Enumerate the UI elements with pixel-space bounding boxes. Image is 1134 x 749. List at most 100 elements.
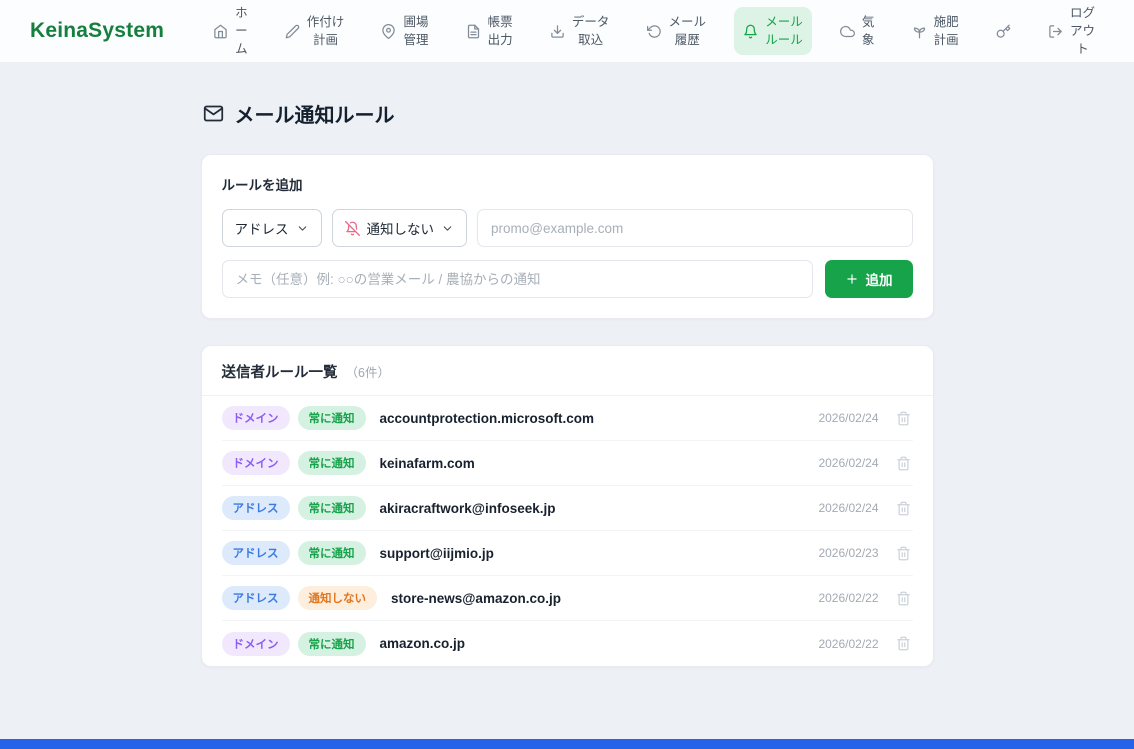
rule-action-badge: 常に通知	[298, 406, 366, 430]
cloud-icon	[840, 24, 855, 39]
rule-type-select-value: アドレス	[235, 218, 289, 238]
nav-item-label: 圃場 管理	[403, 13, 428, 49]
rule-row: アドレス 常に通知 akiracraftwork@infoseek.jp 202…	[222, 486, 913, 531]
rule-row: ドメイン 常に通知 accountprotection.microsoft.co…	[222, 396, 913, 441]
key-icon	[996, 24, 1011, 39]
rule-type-badge: ドメイン	[222, 632, 290, 656]
rule-date: 2026/02/23	[818, 546, 878, 560]
rule-type-badge: ドメイン	[222, 406, 290, 430]
memo-input[interactable]	[222, 260, 813, 298]
delete-rule-button[interactable]	[894, 409, 913, 428]
footer	[0, 739, 1134, 749]
nav-item-mail-rules[interactable]: メール ルール	[734, 7, 812, 55]
rule-type-select[interactable]: アドレス	[222, 209, 322, 247]
delete-rule-button[interactable]	[894, 589, 913, 608]
rule-action-select-value: 通知しない	[367, 218, 435, 238]
add-rule-card: ルールを追加 アドレス 通知しない 追加	[201, 154, 934, 319]
add-rule-button[interactable]: 追加	[825, 260, 913, 298]
chevron-down-icon	[296, 222, 309, 235]
nav-item-label: メール 履歴	[669, 13, 707, 49]
nav-item-label: ホ ー ム	[235, 4, 248, 58]
rule-value: akiracraftwork@infoseek.jp	[380, 501, 556, 516]
rule-list-header: 送信者ルール一覧 （6件）	[202, 346, 933, 396]
rule-value: amazon.co.jp	[380, 636, 466, 651]
rule-action-badge: 通知しない	[298, 586, 378, 610]
nav-item-label: 気 象	[862, 13, 875, 49]
trash-icon	[896, 411, 911, 426]
delete-rule-button[interactable]	[894, 454, 913, 473]
nav-item-fertilization-plan[interactable]: 施肥 計画	[903, 7, 968, 55]
rule-date: 2026/02/24	[818, 456, 878, 470]
main-content: メール通知ルール ルールを追加 アドレス 通知しない	[0, 63, 1134, 739]
rule-row: ドメイン 常に通知 keinafarm.com 2026/02/24	[222, 441, 913, 486]
delete-rule-button[interactable]	[894, 499, 913, 518]
trash-icon	[896, 501, 911, 516]
rule-list: ドメイン 常に通知 accountprotection.microsoft.co…	[202, 396, 933, 666]
mail-icon	[203, 103, 224, 124]
rule-list-card: 送信者ルール一覧 （6件） ドメイン 常に通知 accountprotectio…	[201, 345, 934, 667]
add-button-label: 追加	[866, 269, 893, 289]
history-icon	[647, 24, 662, 39]
brand-logo: KeinaSystem	[30, 19, 164, 43]
nav-item-home[interactable]: ホ ー ム	[204, 0, 257, 64]
rule-date: 2026/02/24	[818, 501, 878, 515]
main-nav: ホ ー ム 作付け 計画 圃場 管理 帳票 出力 データ 取込 メール 履歴 メ…	[204, 0, 1104, 64]
rule-list-heading: 送信者ルール一覧	[222, 361, 338, 382]
add-rule-heading: ルールを追加	[222, 174, 913, 194]
app-header: KeinaSystem ホ ー ム 作付け 計画 圃場 管理 帳票 出力 データ…	[0, 0, 1134, 63]
rule-date: 2026/02/24	[818, 411, 878, 425]
rule-action-badge: 常に通知	[298, 541, 366, 565]
nav-item-label: 帳票 出力	[488, 13, 513, 49]
nav-item-key[interactable]	[987, 18, 1020, 45]
nav-item-weather[interactable]: 気 象	[831, 7, 884, 55]
nav-item-label: データ 取込	[572, 13, 610, 49]
nav-item-planting-plan[interactable]: 作付け 計画	[276, 7, 354, 55]
page-title-row: メール通知ルール	[203, 99, 934, 128]
rule-type-badge: ドメイン	[222, 451, 290, 475]
nav-item-data-import[interactable]: データ 取込	[541, 7, 619, 55]
page-title: メール通知ルール	[235, 99, 395, 128]
rule-row: ドメイン 常に通知 amazon.co.jp 2026/02/22	[222, 621, 913, 666]
rule-type-badge: アドレス	[222, 586, 290, 610]
nav-item-field-management[interactable]: 圃場 管理	[372, 7, 437, 55]
nav-item-report-output[interactable]: 帳票 出力	[457, 7, 522, 55]
nav-item-label: 作付け 計画	[307, 13, 345, 49]
nav-item-mail-history[interactable]: メール 履歴	[638, 7, 716, 55]
plus-icon	[845, 272, 859, 286]
seedling-icon	[912, 24, 927, 39]
delete-rule-button[interactable]	[894, 544, 913, 563]
rule-count: （6件）	[346, 362, 390, 381]
rule-date: 2026/02/22	[818, 591, 878, 605]
chevron-down-icon	[441, 222, 454, 235]
logout-icon	[1048, 24, 1063, 39]
nav-item-label: 施肥 計画	[934, 13, 959, 49]
rule-value: store-news@amazon.co.jp	[391, 591, 561, 606]
nav-item-logout[interactable]: ログ アウ ト	[1039, 0, 1104, 64]
trash-icon	[896, 546, 911, 561]
pencil-icon	[285, 24, 300, 39]
rule-type-badge: アドレス	[222, 541, 290, 565]
document-icon	[466, 24, 481, 39]
delete-rule-button[interactable]	[894, 634, 913, 653]
nav-item-label: メール ルール	[765, 13, 803, 49]
rule-row: アドレス 通知しない store-news@amazon.co.jp 2026/…	[222, 576, 913, 621]
trash-icon	[896, 456, 911, 471]
rule-value: support@iijmio.jp	[380, 546, 494, 561]
rule-value: accountprotection.microsoft.com	[380, 411, 595, 426]
bell-icon	[743, 24, 758, 39]
map-pin-icon	[381, 24, 396, 39]
rule-type-badge: アドレス	[222, 496, 290, 520]
rule-action-badge: 常に通知	[298, 496, 366, 520]
bell-off-icon	[345, 221, 360, 236]
rule-action-badge: 常に通知	[298, 451, 366, 475]
rule-date: 2026/02/22	[818, 637, 878, 651]
rule-value: keinafarm.com	[380, 456, 475, 471]
address-input[interactable]	[477, 209, 913, 247]
download-icon	[550, 24, 565, 39]
nav-item-label: ログ アウ ト	[1070, 4, 1095, 58]
rule-row: アドレス 常に通知 support@iijmio.jp 2026/02/23	[222, 531, 913, 576]
trash-icon	[896, 591, 911, 606]
home-icon	[213, 24, 228, 39]
rule-action-select[interactable]: 通知しない	[332, 209, 468, 247]
rule-action-badge: 常に通知	[298, 632, 366, 656]
